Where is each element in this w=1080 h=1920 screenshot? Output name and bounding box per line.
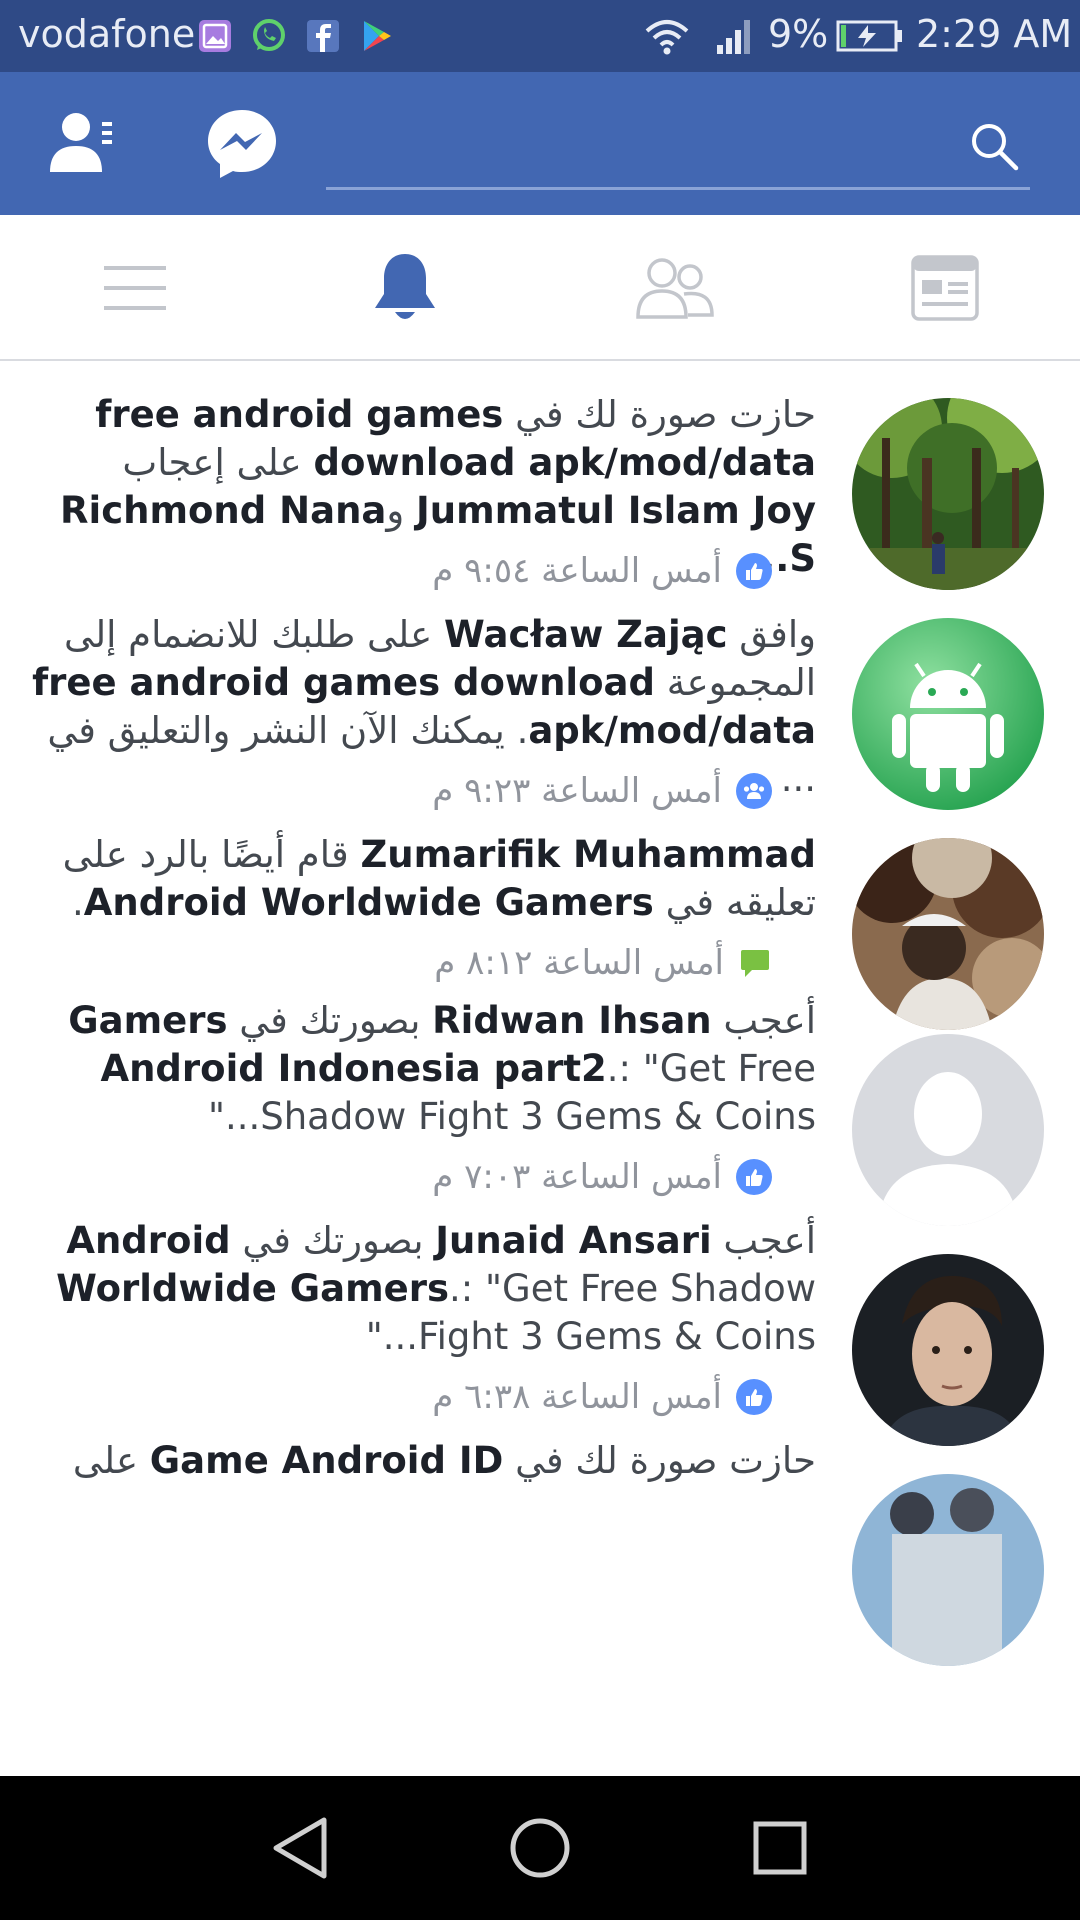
friends-icon xyxy=(636,258,714,319)
notification-bold-text: Jummatul Islam Joy xyxy=(416,489,816,532)
notification-plain-text: على طلبك للانضمام إلى xyxy=(64,613,444,656)
notification-plain-text: حازت صورة لك في xyxy=(503,393,816,436)
tab-bar xyxy=(0,215,1080,361)
avatar[interactable] xyxy=(852,1474,1044,1666)
carrier-label: vodafone xyxy=(18,12,196,56)
notification-text: أعجب Junaid Ansari بصورتك في Android Worl… xyxy=(20,1217,816,1361)
play-store-icon xyxy=(364,21,391,51)
notifications-list: حازت صورة لك في free android games downlo… xyxy=(0,363,1080,1776)
notification-line: تعليقه في Android Worldwide Gamers. xyxy=(20,879,816,927)
notification-bold-text: Android xyxy=(66,1219,231,1262)
notification-line: download apk/mod/data على إعجاب xyxy=(20,439,816,487)
whatsapp-icon xyxy=(253,19,285,51)
avatar[interactable] xyxy=(852,398,1044,590)
avatar[interactable] xyxy=(852,618,1044,810)
notification-plain-text: قام أيضًا بالرد على xyxy=(62,833,361,876)
notification-text: Zumarifik Muhammad قام أيضًا بالرد على تع… xyxy=(20,831,816,927)
notification-bold-text: Zumarifik Muhammad xyxy=(360,833,816,876)
notification-plain-text: بصورتك في xyxy=(230,1219,436,1262)
news-feed-icon xyxy=(911,255,979,321)
recents-icon[interactable] xyxy=(744,1812,816,1884)
tab-news-feed[interactable] xyxy=(810,215,1080,361)
bell-icon xyxy=(375,254,435,319)
notification-bold-text: Ridwan Ihsan xyxy=(432,999,712,1042)
notification-line: حازت صورة لك في Game Android ID على xyxy=(20,1437,816,1485)
notification-line: وافق Wacław Zając على طلبك للانضمام إلى xyxy=(20,611,816,659)
notification-plain-text: المجموعة xyxy=(654,661,816,704)
clock: 2:29 AM xyxy=(916,12,1073,56)
notification-plain-text: . xyxy=(71,881,84,924)
notification-bold-text: Worldwide Gamers xyxy=(56,1267,450,1310)
notification-item[interactable]: حازت صورة لك في Game Android ID على xyxy=(0,1409,1080,1679)
notification-plain-text: Shadow Fight 3 Gems & Coins..." xyxy=(207,1095,816,1138)
notification-plain-text: حازت صورة لك في xyxy=(503,1439,816,1482)
search-underline xyxy=(326,187,1030,190)
tab-notifications[interactable] xyxy=(270,215,540,361)
notification-bold-text: Android Worldwide Gamers xyxy=(83,881,654,924)
battery-percent: 9% xyxy=(768,12,829,56)
notification-bold-text: download apk/mod/data xyxy=(313,441,816,484)
notification-line: Zumarifik Muhammad قام أيضًا بالرد على xyxy=(20,831,816,879)
notification-bold-text: Android Indonesia part2 xyxy=(100,1047,607,1090)
notification-line: المجموعة free android games download xyxy=(20,659,816,707)
notification-text: أعجب Ridwan Ihsan بصورتك في Gamers Androi… xyxy=(20,997,816,1141)
notification-bold-text: Game Android ID xyxy=(149,1439,504,1482)
notification-line: Android Indonesia part2.: "Get Free xyxy=(20,1045,816,1093)
tab-menu[interactable] xyxy=(0,215,270,361)
contacts-icon[interactable] xyxy=(46,108,118,180)
app-header xyxy=(0,72,1080,215)
notification-plain-text: أعجب xyxy=(711,999,816,1042)
back-icon[interactable] xyxy=(264,1812,336,1884)
notification-bold-text: free android games xyxy=(95,393,504,436)
notification-plain-text: على xyxy=(72,1439,150,1482)
notification-bold-text: Junaid Ansari xyxy=(435,1219,712,1262)
notification-plain-text: و xyxy=(386,489,417,532)
battery-charging-icon xyxy=(836,20,902,52)
notification-plain-text: على إعجاب xyxy=(122,441,314,484)
notification-bold-text: Gamers xyxy=(68,999,228,1042)
status-bar: vodafone 9% 2:29 AM xyxy=(0,0,1080,72)
notification-plain-text: بصورتك في xyxy=(227,999,433,1042)
system-nav-bar xyxy=(0,1776,1080,1920)
search-icon[interactable] xyxy=(968,120,1020,172)
notification-line: Worldwide Gamers.: "Get Free Shadow xyxy=(20,1265,816,1313)
home-icon[interactable] xyxy=(504,1812,576,1884)
hamburger-menu-icon xyxy=(104,266,166,310)
notification-bold-text: free android games download xyxy=(32,661,655,704)
notification-plain-text: تعليقه في xyxy=(653,881,816,924)
notification-bold-text: Wacław Zając xyxy=(444,613,728,656)
notification-line: حازت صورة لك في free android games xyxy=(20,391,816,439)
notification-plain-text: .: "Get Free xyxy=(606,1047,816,1090)
notification-bold-text: apk/mod/data xyxy=(528,709,816,752)
notification-plain-text: أعجب xyxy=(711,1219,816,1262)
facebook-icon xyxy=(307,20,339,52)
notification-line: أعجب Ridwan Ihsan بصورتك في Gamers xyxy=(20,997,816,1045)
search-input[interactable] xyxy=(326,112,966,182)
notification-line: Shadow Fight 3 Gems & Coins..." xyxy=(20,1093,816,1141)
notification-line: أعجب Junaid Ansari بصورتك في Android xyxy=(20,1217,816,1265)
notification-plain-text: Fight 3 Gems & Coins..." xyxy=(365,1315,816,1358)
signal-icon xyxy=(717,20,750,54)
wifi-icon xyxy=(645,20,689,55)
messenger-icon[interactable] xyxy=(204,106,280,182)
notification-plain-text: وافق xyxy=(727,613,816,656)
notification-line: Fight 3 Gems & Coins..." xyxy=(20,1313,816,1361)
tab-friends[interactable] xyxy=(540,215,810,361)
notification-text: حازت صورة لك في Game Android ID على xyxy=(20,1437,816,1485)
notification-plain-text: .: "Get Free Shadow xyxy=(449,1267,816,1310)
gallery-icon xyxy=(199,20,231,52)
